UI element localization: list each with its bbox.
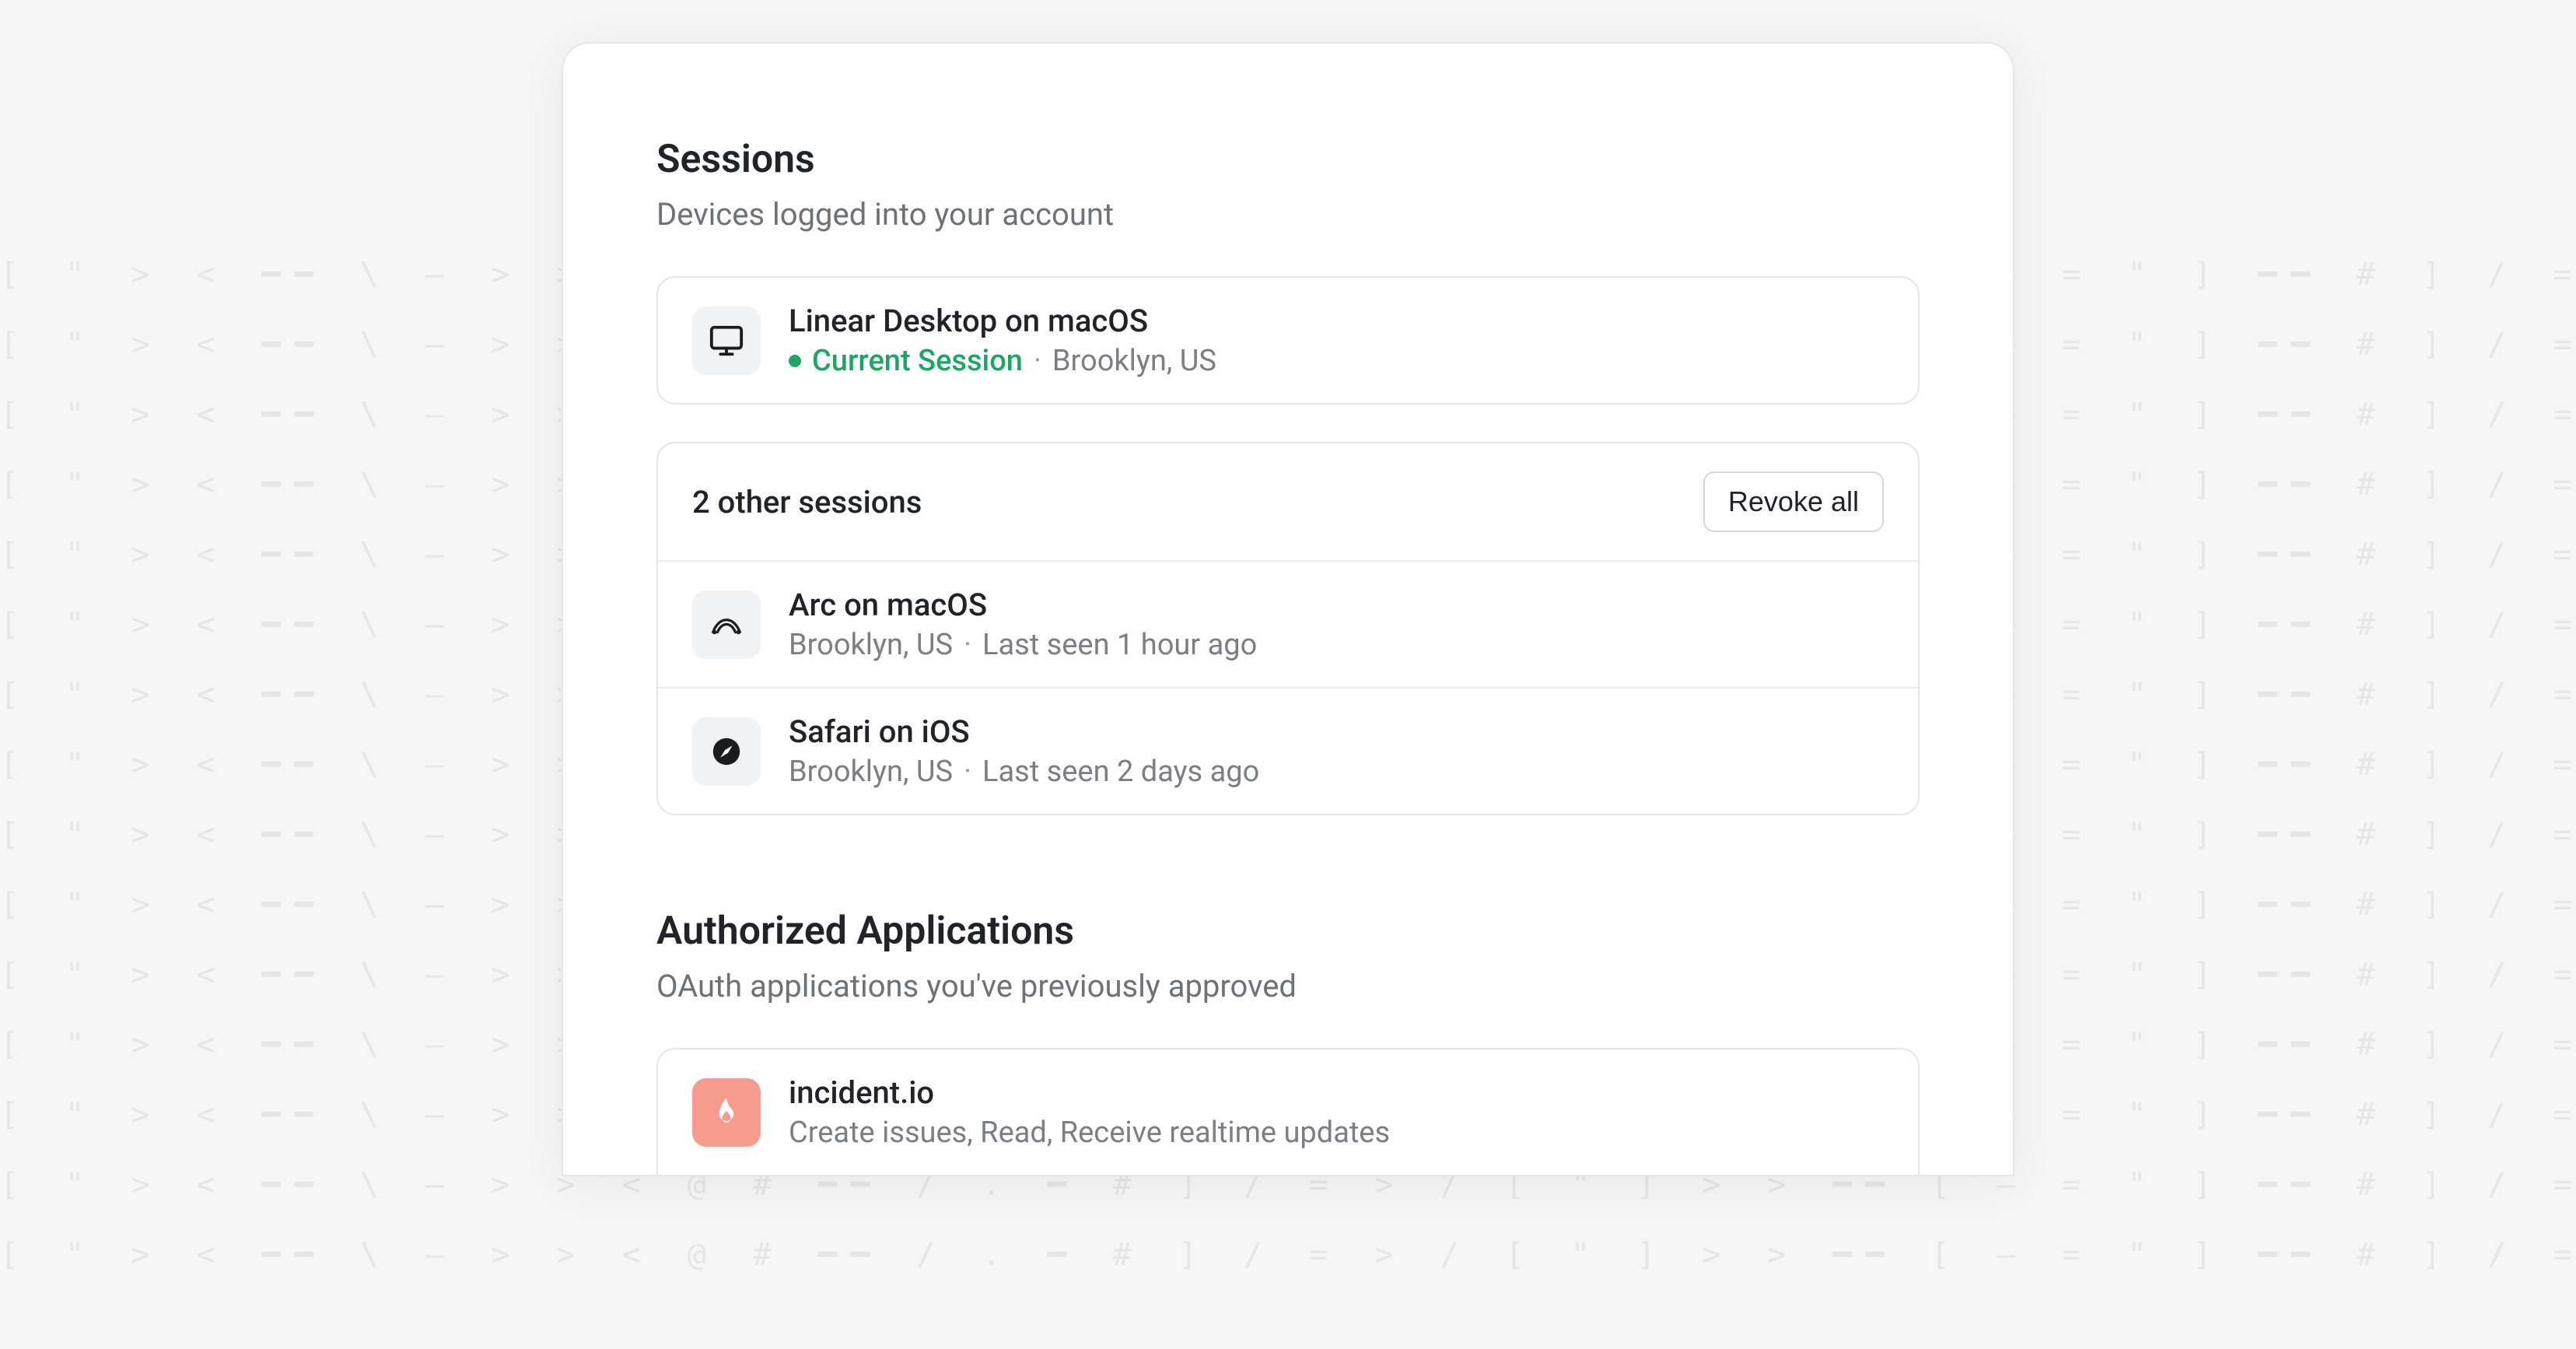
session-location: Brooklyn, US bbox=[789, 755, 953, 789]
other-sessions-header: 2 other sessions Revoke all bbox=[658, 443, 1918, 562]
authorized-apps-panel: incident.io Create issues, Read, Receive… bbox=[656, 1048, 1920, 1175]
other-sessions-panel: 2 other sessions Revoke all Arc on macOS… bbox=[656, 442, 1920, 815]
separator: · bbox=[964, 628, 971, 662]
current-session-label: Current Session bbox=[812, 344, 1023, 378]
session-row-current[interactable]: Linear Desktop on macOS Current Session … bbox=[658, 278, 1918, 403]
flame-icon bbox=[692, 1078, 761, 1147]
separator: · bbox=[964, 755, 971, 789]
session-location: Brooklyn, US bbox=[789, 628, 953, 662]
session-last-seen: Last seen 2 days ago bbox=[982, 755, 1259, 789]
current-session-panel: Linear Desktop on macOS Current Session … bbox=[656, 276, 1920, 405]
session-row[interactable]: Safari on iOS Brooklyn, US · Last seen 2… bbox=[658, 687, 1918, 814]
authorized-apps-subheading: OAuth applications you've previously app… bbox=[656, 968, 1920, 1004]
monitor-icon bbox=[692, 307, 761, 375]
app-scopes: Create issues, Read, Receive realtime up… bbox=[789, 1116, 1390, 1150]
session-title: Linear Desktop on macOS bbox=[789, 303, 1216, 339]
current-session-indicator: Current Session bbox=[789, 344, 1023, 378]
bg-row: [ " > < ━━ \ – > > < @ # ━━ / . ━ # ] / … bbox=[0, 1237, 2576, 1273]
other-sessions-count: 2 other sessions bbox=[692, 484, 922, 520]
authorized-app-row[interactable]: incident.io Create issues, Read, Receive… bbox=[658, 1049, 1918, 1175]
safari-browser-icon bbox=[692, 717, 761, 786]
sessions-heading: Sessions bbox=[656, 137, 1920, 182]
app-name: incident.io bbox=[789, 1074, 1390, 1111]
session-title: Safari on iOS bbox=[789, 713, 1259, 750]
revoke-all-button[interactable]: Revoke all bbox=[1703, 471, 1884, 532]
session-last-seen: Last seen 1 hour ago bbox=[982, 628, 1257, 662]
status-dot-icon bbox=[789, 355, 801, 367]
authorized-apps-heading: Authorized Applications bbox=[656, 909, 1920, 954]
session-location: Brooklyn, US bbox=[1052, 344, 1216, 378]
sessions-subheading: Devices logged into your account bbox=[656, 196, 1920, 233]
separator: · bbox=[1034, 344, 1041, 378]
session-title: Arc on macOS bbox=[789, 587, 1257, 623]
arc-browser-icon bbox=[692, 590, 761, 659]
settings-window: Sessions Devices logged into your accoun… bbox=[562, 42, 2014, 1176]
session-row[interactable]: Arc on macOS Brooklyn, US · Last seen 1 … bbox=[658, 562, 1918, 687]
